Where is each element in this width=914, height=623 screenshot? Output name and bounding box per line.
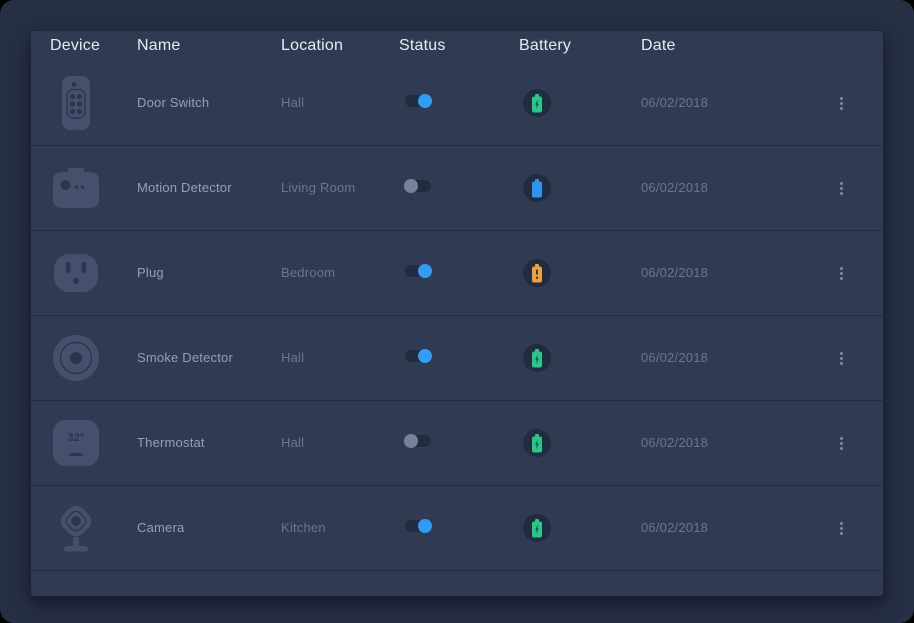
device-location: Hall <box>281 95 304 110</box>
battery-charging-icon <box>531 434 543 453</box>
toggle-knob <box>404 434 418 448</box>
battery-indicator <box>523 344 551 372</box>
battery-charging-icon <box>531 94 543 113</box>
device-name: Camera <box>137 520 184 535</box>
device-table: Device Name Location Status Battery Date <box>31 31 883 596</box>
status-toggle[interactable] <box>405 95 431 107</box>
device-icon <box>50 160 102 216</box>
battery-indicator <box>523 514 551 542</box>
table-body: Door Switch Hall 06/02/2018 <box>31 61 883 571</box>
battery-indicator <box>523 89 551 117</box>
status-toggle[interactable] <box>405 180 431 192</box>
table-row: Plug Bedroom 06/02/2018 <box>31 231 883 316</box>
device-location: Bedroom <box>281 265 335 280</box>
device-location: Hall <box>281 350 304 365</box>
kebab-menu-icon[interactable] <box>836 433 847 454</box>
device-name: Smoke Detector <box>137 350 233 365</box>
kebab-menu-icon[interactable] <box>836 93 847 114</box>
device-location: Kitchen <box>281 520 326 535</box>
kebab-menu-icon[interactable] <box>836 348 847 369</box>
kebab-menu-icon[interactable] <box>836 518 847 539</box>
table-row: Camera Kitchen 06/02/2018 <box>31 486 883 571</box>
table-row: Smoke Detector Hall 06/02/2018 <box>31 316 883 401</box>
status-toggle[interactable] <box>405 265 431 277</box>
column-header-device: Device <box>50 37 137 55</box>
device-location: Living Room <box>281 180 355 195</box>
device-icon <box>50 75 102 131</box>
device-icon <box>50 500 102 556</box>
device-name: Plug <box>137 265 164 280</box>
toggle-knob <box>418 519 432 533</box>
device-location: Hall <box>281 435 304 450</box>
toggle-knob <box>418 94 432 108</box>
toggle-knob <box>418 264 432 278</box>
device-name: Door Switch <box>137 95 209 110</box>
status-toggle[interactable] <box>405 520 431 532</box>
motion-detector-icon <box>53 168 99 208</box>
smoke-detector-icon <box>53 335 99 381</box>
column-header-battery: Battery <box>519 37 641 55</box>
app-window: Device Name Location Status Battery Date <box>0 0 914 623</box>
battery-low-icon <box>531 264 543 283</box>
battery-charging-icon <box>531 519 543 538</box>
device-name: Thermostat <box>137 435 205 450</box>
status-toggle[interactable] <box>405 435 431 447</box>
device-icon <box>50 245 102 301</box>
battery-indicator <box>523 259 551 287</box>
column-header-status: Status <box>399 37 519 55</box>
table-row: Door Switch Hall 06/02/2018 <box>31 61 883 146</box>
column-header-location: Location <box>281 37 399 55</box>
device-icon <box>50 330 102 386</box>
device-date: 06/02/2018 <box>641 95 708 110</box>
status-toggle[interactable] <box>405 350 431 362</box>
device-date: 06/02/2018 <box>641 180 708 195</box>
battery-charging-icon <box>531 349 543 368</box>
battery-full-icon <box>531 179 543 198</box>
table-header: Device Name Location Status Battery Date <box>31 31 883 61</box>
toggle-knob <box>404 179 418 193</box>
battery-indicator <box>523 174 551 202</box>
battery-indicator <box>523 429 551 457</box>
remote-icon <box>62 76 90 130</box>
toggle-knob <box>418 349 432 363</box>
column-header-name: Name <box>137 37 281 55</box>
device-date: 06/02/2018 <box>641 520 708 535</box>
camera-icon <box>54 502 98 554</box>
device-date: 06/02/2018 <box>641 265 708 280</box>
device-name: Motion Detector <box>137 180 232 195</box>
thermostat-icon: 32° <box>53 420 99 466</box>
kebab-menu-icon[interactable] <box>836 263 847 284</box>
table-row: 32° Thermostat Hall 06/02/2018 <box>31 401 883 486</box>
column-header-date: Date <box>641 37 813 55</box>
device-icon: 32° <box>50 415 102 471</box>
kebab-menu-icon[interactable] <box>836 178 847 199</box>
device-date: 06/02/2018 <box>641 350 708 365</box>
device-date: 06/02/2018 <box>641 435 708 450</box>
svg-text:32°: 32° <box>68 432 85 444</box>
plug-icon <box>53 253 99 293</box>
table-row: Motion Detector Living Room 06/02/2018 <box>31 146 883 231</box>
